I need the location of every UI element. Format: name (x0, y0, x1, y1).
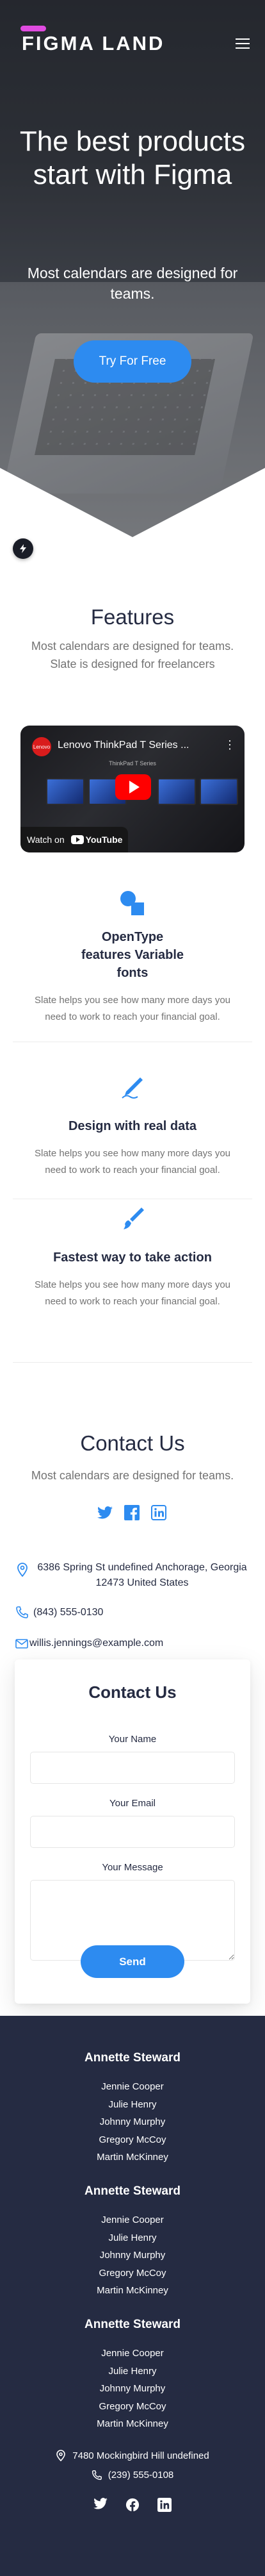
footer-column: Annette Steward Jennie Cooper Julie Henr… (0, 2184, 265, 2300)
linkedin-icon[interactable] (157, 2498, 172, 2512)
features-title: Features (90, 605, 175, 629)
name-label: Your Name (108, 1734, 157, 1745)
send-button[interactable]: Send (81, 1945, 184, 1978)
youtube-logo-icon: YouTube (70, 835, 123, 845)
footer-column-title: Annette Steward (84, 2051, 181, 2065)
brand-logo[interactable]: FIGMA LAND (20, 26, 165, 55)
footer-link[interactable]: Martin McKinney (0, 2415, 265, 2433)
feature-title: OpenType features Variable fonts (81, 930, 184, 980)
hero-section: FIGMA LAND The best products start with … (0, 0, 265, 538)
youtube-video-embed[interactable]: Lenovo Lenovo ThinkPad T Series ... ⋮ Th… (20, 726, 245, 852)
contact-title: Contact Us (80, 1431, 185, 1455)
hamburger-menu-icon[interactable] (236, 38, 250, 49)
watch-on-label: Watch on (27, 835, 65, 845)
hero-subtitle: Most calendars are designed for teams. (27, 265, 238, 302)
twitter-icon[interactable] (97, 1505, 113, 1520)
video-more-icon[interactable]: ⋮ (224, 738, 236, 752)
feature-card: Fastest way to take action Slate helps y… (13, 1205, 252, 1310)
email-text: willis.jennings@example.com (29, 1638, 164, 1649)
feature-card: Design with real data Slate helps you se… (13, 1074, 252, 1179)
contact-email[interactable]: willis.jennings@example.com (15, 1636, 250, 1651)
location-pin-icon (56, 2450, 66, 2461)
shapes-icon (120, 891, 144, 915)
footer-column-title: Annette Steward (84, 2318, 181, 2331)
footer-link[interactable]: Jennie Cooper (0, 2078, 265, 2096)
name-input[interactable] (30, 1752, 235, 1784)
video-thumbnail-laptop (200, 778, 238, 805)
pen-icon (122, 1077, 143, 1099)
features-subtitle: Most calendars are designed for teams. S… (31, 640, 234, 670)
feature-title: Fastest way to take action (53, 1251, 212, 1265)
play-button-icon[interactable] (115, 774, 151, 800)
footer-link[interactable]: Martin McKinney (0, 2148, 265, 2166)
footer-link[interactable]: Julie Henry (0, 2363, 265, 2381)
feature-text: Slate helps you see how many more days y… (35, 1148, 230, 1176)
footer-column-title: Annette Steward (84, 2184, 181, 2198)
video-thumbnail-laptop (46, 778, 84, 805)
footer-phone-text: (239) 555-0108 (108, 2470, 174, 2480)
youtube-label: YouTube (85, 835, 123, 845)
contact-form: Contact Us Your Name Your Email Your Mes… (15, 1659, 250, 2004)
footer-link[interactable]: Martin McKinney (0, 2282, 265, 2300)
phone-icon (16, 1606, 28, 1618)
email-input[interactable] (30, 1816, 235, 1848)
footer-phone[interactable]: (239) 555-0108 (0, 2470, 265, 2480)
twitter-icon[interactable] (93, 2498, 108, 2509)
video-thumbnail-laptop (157, 778, 196, 805)
footer-link[interactable]: Johnny Murphy (0, 2247, 265, 2264)
brand-name: FIGMA LAND (22, 32, 165, 54)
footer-address: 7480 Mockingbird Hill undefined (0, 2450, 265, 2461)
phone-text: (843) 555-0130 (33, 1607, 104, 1618)
feature-title: Design with real data (68, 1119, 197, 1133)
feature-card: OpenType features Variable fonts Slate h… (13, 890, 252, 1026)
footer-link[interactable]: Johnny Murphy (0, 2380, 265, 2398)
contact-address: 6386 Spring St undefined Anchorage, Geor… (15, 1560, 250, 1591)
footer-column: Annette Steward Jennie Cooper Julie Henr… (0, 2318, 265, 2433)
footer-link[interactable]: Gregory McCoy (0, 2264, 265, 2282)
address-text: 6386 Spring St undefined Anchorage, Geor… (37, 1562, 247, 1588)
facebook-icon[interactable] (125, 2498, 140, 2512)
footer-link[interactable]: Johnny Murphy (0, 2113, 265, 2131)
video-title[interactable]: Lenovo ThinkPad T Series ... (58, 740, 219, 751)
contact-subtitle: Most calendars are designed for teams. (31, 1469, 234, 1482)
feature-text: Slate helps you see how many more days y… (35, 995, 230, 1022)
footer-social-links (93, 2498, 172, 2512)
location-pin-icon (17, 1563, 28, 1577)
contact-social-links (97, 1505, 166, 1520)
logo-accent (20, 26, 46, 31)
top-navbar: FIGMA LAND (20, 26, 250, 56)
footer-link[interactable]: Julie Henry (0, 2096, 265, 2114)
footer-column: Annette Steward Jennie Cooper Julie Henr… (0, 2051, 265, 2166)
video-caption: ThinkPad T Series (109, 760, 156, 767)
channel-avatar[interactable]: Lenovo (32, 737, 51, 756)
footer-link[interactable]: Jennie Cooper (0, 2345, 265, 2363)
mail-icon (15, 1639, 28, 1649)
contact-phone[interactable]: (843) 555-0130 (15, 1605, 250, 1620)
facebook-icon[interactable] (124, 1505, 140, 1520)
linkedin-icon[interactable] (151, 1505, 166, 1520)
footer-link[interactable]: Jennie Cooper (0, 2211, 265, 2229)
footer-address-text: 7480 Mockingbird Hill undefined (72, 2450, 209, 2461)
message-label: Your Message (102, 1862, 163, 1873)
footer-link[interactable]: Gregory McCoy (0, 2131, 265, 2149)
email-label: Your Email (109, 1798, 156, 1809)
footer-link[interactable]: Gregory McCoy (0, 2398, 265, 2416)
watch-on-youtube-link[interactable]: Watch on YouTube (20, 827, 128, 852)
footer-link[interactable]: Julie Henry (0, 2229, 265, 2247)
phone-icon (92, 2470, 102, 2480)
lightning-icon (20, 544, 26, 553)
floating-action-button[interactable] (13, 538, 33, 559)
hero-title: The best products start with Figma (19, 126, 246, 190)
feature-text: Slate helps you see how many more days y… (35, 1279, 230, 1307)
brush-icon (124, 1208, 144, 1229)
hero-bottom-chevron (0, 468, 265, 538)
try-for-free-button[interactable]: Try For Free (74, 340, 191, 383)
contact-form-title: Contact Us (88, 1683, 177, 1702)
divider (13, 1362, 252, 1363)
